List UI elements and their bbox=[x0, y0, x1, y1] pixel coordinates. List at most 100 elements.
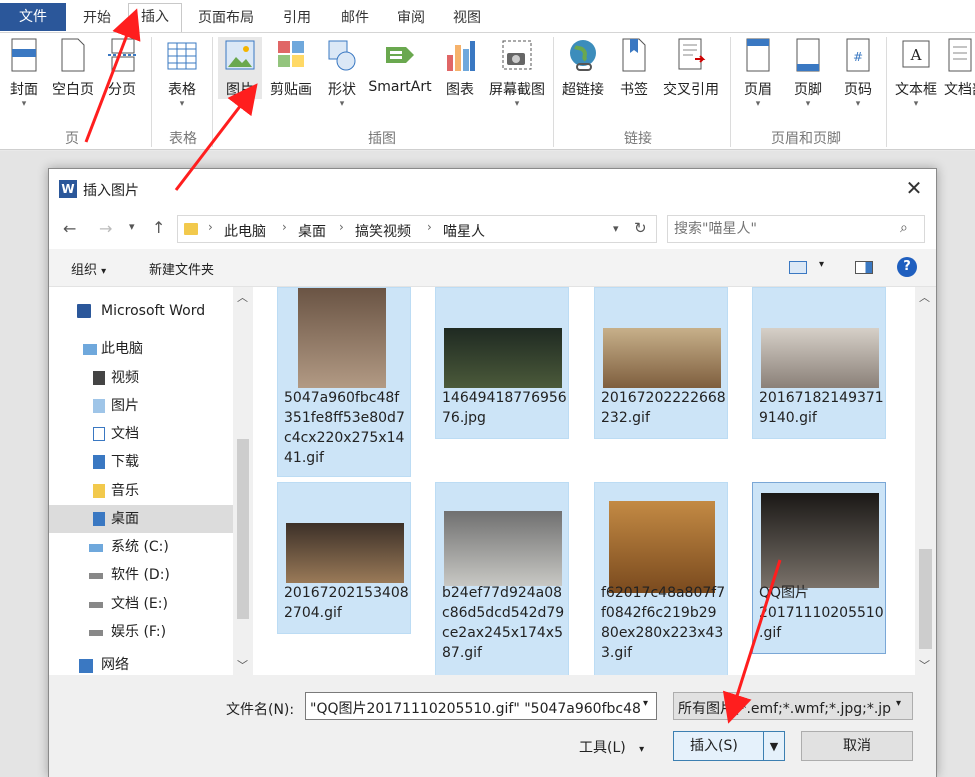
navigation-scrollbar[interactable]: ︿ ﹀ bbox=[233, 287, 253, 675]
insert-options-button[interactable]: ▼ bbox=[763, 731, 785, 761]
scroll-thumb[interactable] bbox=[237, 439, 249, 619]
hyperlink-button[interactable]: 超链接 bbox=[558, 37, 608, 99]
page-break-button[interactable]: 分页 bbox=[102, 37, 142, 99]
shapes-icon bbox=[328, 40, 356, 71]
document-parts-label: 文档部 bbox=[944, 82, 975, 98]
nav-item-network[interactable]: 网络 bbox=[49, 655, 233, 675]
screenshot-button[interactable]: 屏幕截图 ▾ bbox=[486, 37, 548, 109]
header-button[interactable]: 页眉 ▾ bbox=[736, 37, 780, 109]
nav-item-label: 图片 bbox=[111, 398, 139, 414]
nav-item-drive-d[interactable]: 软件 (D:) bbox=[49, 561, 233, 589]
scroll-down-icon[interactable]: ﹀ bbox=[919, 657, 930, 673]
tab-review[interactable]: 审阅 bbox=[386, 5, 436, 31]
nav-item-documents[interactable]: 文档 bbox=[49, 420, 233, 448]
organize-menu[interactable]: 组织 ▾ bbox=[71, 259, 106, 278]
bookmark-button[interactable]: 书签 bbox=[614, 37, 654, 99]
cancel-button[interactable]: 取消 bbox=[801, 731, 913, 761]
nav-item-microsoft-word[interactable]: Microsoft Word bbox=[49, 297, 233, 325]
blank-page-button[interactable]: 空白页 bbox=[48, 37, 98, 99]
scroll-thumb[interactable] bbox=[919, 549, 932, 649]
forward-arrow-icon[interactable]: → bbox=[99, 219, 112, 238]
breadcrumb-separator-icon: › bbox=[427, 220, 432, 234]
refresh-icon[interactable]: ↻ bbox=[634, 219, 647, 237]
recent-locations-chevron-icon[interactable]: ▾ bbox=[129, 220, 135, 233]
chevron-down-icon[interactable]: ▾ bbox=[640, 698, 649, 709]
nav-item-drive-f[interactable]: 娱乐 (F:) bbox=[49, 618, 233, 646]
nav-item-desktop[interactable]: 桌面 bbox=[49, 505, 233, 533]
clip-art-icon bbox=[278, 41, 304, 67]
cover-page-label: 封面 bbox=[10, 82, 38, 98]
scroll-down-icon[interactable]: ﹀ bbox=[237, 657, 248, 673]
file-item[interactable]: 20167202153408 2704.gif bbox=[277, 482, 411, 634]
help-icon[interactable]: ? bbox=[897, 257, 917, 277]
breadcrumb-item[interactable]: 搞笑视频 bbox=[355, 221, 411, 241]
cover-page-button[interactable]: 封面 ▾ bbox=[4, 37, 44, 109]
breadcrumb-item[interactable]: 喵星人 bbox=[443, 221, 485, 241]
nav-item-drive-c[interactable]: 系统 (C:) bbox=[49, 533, 233, 561]
file-item[interactable]: 20167202222668 232.gif bbox=[594, 287, 728, 439]
word-icon: W bbox=[59, 180, 77, 198]
search-box[interactable]: ⌕ bbox=[667, 215, 925, 243]
nav-item-downloads[interactable]: 下载 bbox=[49, 448, 233, 476]
dialog-titlebar: W 插入图片 ✕ bbox=[49, 169, 936, 209]
view-options-icon[interactable] bbox=[789, 261, 807, 274]
preview-pane-icon[interactable] bbox=[855, 261, 873, 274]
address-dropdown-chevron-icon[interactable]: ▾ bbox=[613, 222, 619, 235]
page-number-button[interactable]: # 页码 ▾ bbox=[836, 37, 880, 109]
tools-label: 工具(L) bbox=[579, 740, 626, 756]
nav-item-music[interactable]: 音乐 bbox=[49, 477, 233, 505]
file-item[interactable]: b24ef77d924a08 c86d5dcd542d79 ce2ax245x1… bbox=[435, 482, 569, 675]
tab-page-layout[interactable]: 页面布局 bbox=[190, 5, 262, 31]
system-drive-icon bbox=[89, 544, 103, 552]
tools-menu[interactable]: 工具(L) ▾ bbox=[579, 737, 644, 757]
tab-insert[interactable]: 插入 bbox=[128, 3, 182, 32]
shapes-button[interactable]: 形状 ▾ bbox=[322, 37, 362, 109]
file-item[interactable]: 5047a960fbc48f 351fe8ff53e80d7 c4cx220x2… bbox=[277, 287, 411, 477]
bookmark-label: 书签 bbox=[620, 82, 648, 98]
nav-item-this-pc[interactable]: 此电脑 bbox=[49, 335, 233, 363]
text-box-button[interactable]: A 文本框 ▾ bbox=[890, 37, 942, 109]
smartart-button[interactable]: SmartArt bbox=[366, 37, 434, 95]
nav-item-drive-e[interactable]: 文档 (E:) bbox=[49, 590, 233, 618]
scroll-up-icon[interactable]: ︿ bbox=[919, 289, 930, 305]
table-button[interactable]: 表格 ▾ bbox=[160, 37, 204, 109]
breadcrumb-item[interactable]: 此电脑 bbox=[224, 221, 266, 241]
file-name: 20167182149371 9140.gif bbox=[759, 390, 884, 426]
cross-reference-button[interactable]: 交叉引用 bbox=[658, 37, 724, 99]
breadcrumb[interactable]: › 此电脑 › 桌面 › 搞笑视频 › 喵星人 ▾ ↻ bbox=[177, 215, 657, 243]
document-parts-button[interactable]: 文档部 bbox=[944, 37, 975, 99]
file-list-scrollbar[interactable]: ︿ ﹀ bbox=[915, 287, 936, 675]
nav-item-pictures[interactable]: 图片 bbox=[49, 392, 233, 420]
picture-button[interactable]: 图片 bbox=[218, 37, 262, 99]
search-input[interactable] bbox=[674, 220, 884, 238]
back-arrow-icon[interactable]: ← bbox=[63, 219, 76, 238]
chevron-down-icon: ▼ bbox=[769, 740, 779, 753]
file-item[interactable]: 20167182149371 9140.gif bbox=[752, 287, 886, 439]
search-icon[interactable]: ⌕ bbox=[900, 220, 908, 236]
address-bar-row: ← → ▾ ↑ › 此电脑 › 桌面 › 搞笑视频 › 喵星人 ▾ ↻ ⌕ bbox=[49, 209, 936, 249]
nav-item-videos[interactable]: 视频 bbox=[49, 364, 233, 392]
insert-label: 插入(S) bbox=[690, 738, 738, 754]
nav-item-label: 软件 (D:) bbox=[111, 567, 170, 583]
breadcrumb-item[interactable]: 桌面 bbox=[298, 221, 326, 241]
file-item-selected-focused[interactable]: QQ图片 20171110205510 .gif bbox=[752, 482, 886, 654]
scroll-up-icon[interactable]: ︿ bbox=[237, 289, 248, 305]
chart-button[interactable]: 图表 bbox=[440, 37, 480, 99]
tab-file[interactable]: 文件 bbox=[0, 3, 66, 31]
filename-input[interactable]: "QQ图片20171110205510.gif" "5047a960fbc48 … bbox=[305, 692, 657, 720]
new-folder-button[interactable]: 新建文件夹 bbox=[149, 259, 214, 278]
tab-home[interactable]: 开始 bbox=[72, 5, 122, 31]
clip-art-button[interactable]: 剪贴画 bbox=[266, 37, 316, 99]
close-icon[interactable]: ✕ bbox=[901, 175, 927, 201]
tab-references[interactable]: 引用 bbox=[272, 5, 322, 31]
file-item[interactable]: f62017c48a807f7 f0842f6c219b29 80ex280x2… bbox=[594, 482, 728, 675]
file-type-select[interactable]: 所有图片(*.emf;*.wmf;*.jpg;*.jp ▾ bbox=[673, 692, 913, 720]
tab-mailings[interactable]: 邮件 bbox=[330, 5, 380, 31]
view-options-chevron-icon[interactable]: ▾ bbox=[819, 259, 824, 270]
svg-text:#: # bbox=[853, 50, 863, 64]
file-item[interactable]: 14649418776956 76.jpg bbox=[435, 287, 569, 439]
footer-button[interactable]: 页脚 ▾ bbox=[786, 37, 830, 109]
tab-view[interactable]: 视图 bbox=[442, 5, 492, 31]
nav-item-label: 系统 (C:) bbox=[111, 539, 169, 555]
up-arrow-icon[interactable]: ↑ bbox=[152, 218, 165, 237]
